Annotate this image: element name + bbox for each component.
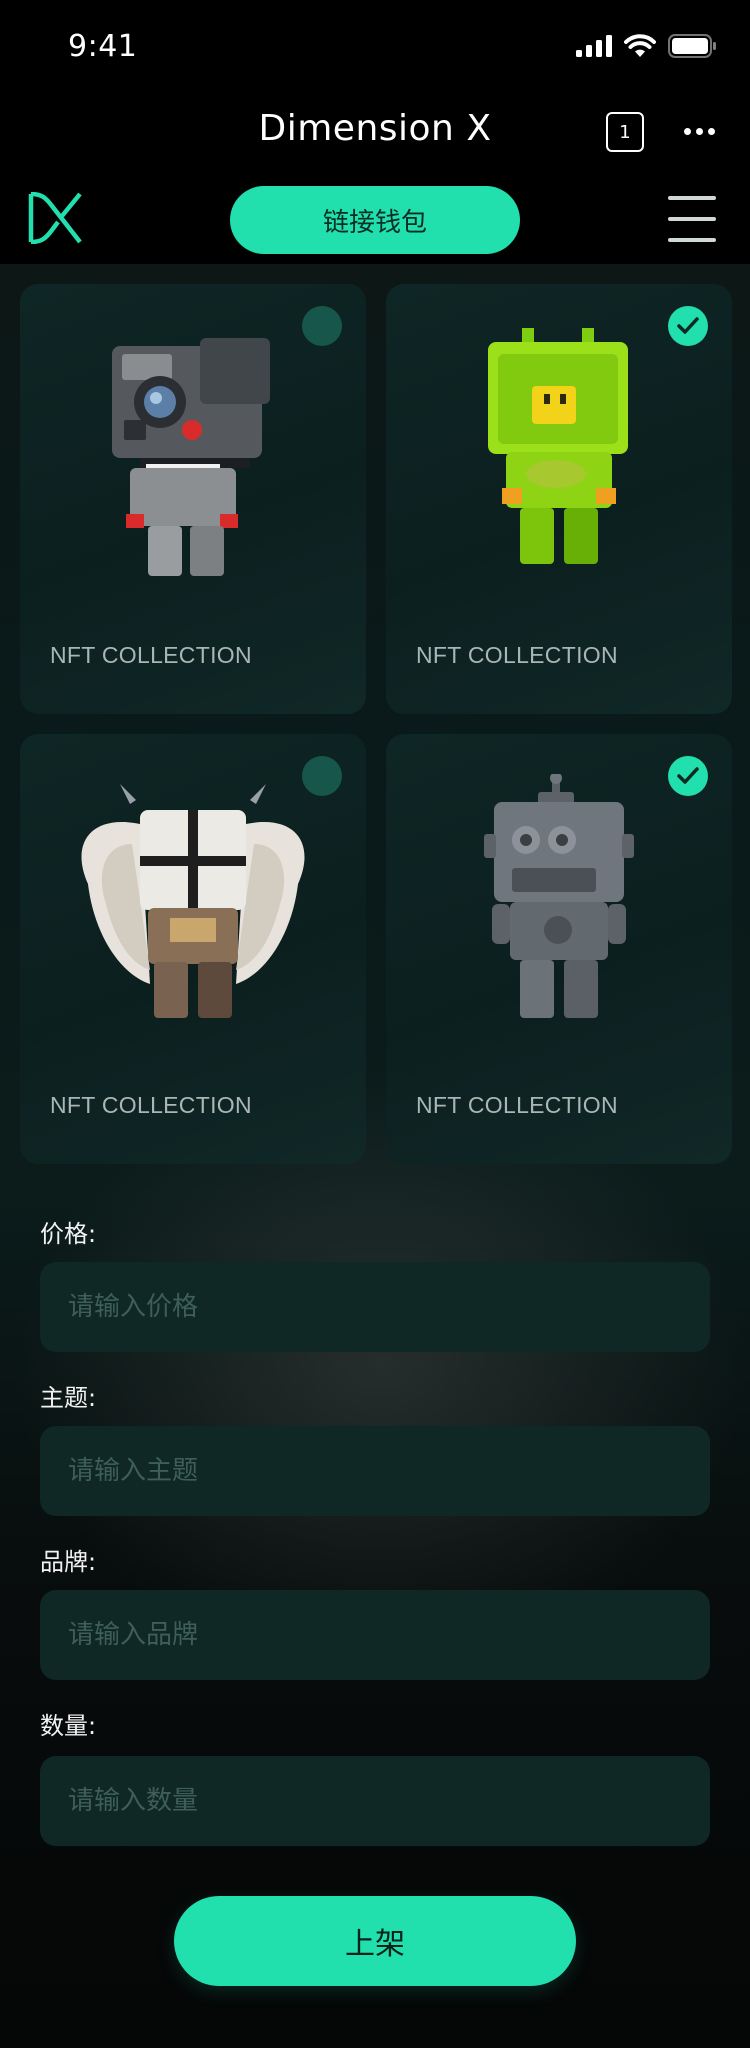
nft-card[interactable]: NFT COLLECTION — [20, 284, 366, 714]
battery-icon — [668, 34, 716, 58]
cellular-signal-icon — [576, 35, 612, 57]
more-options-icon[interactable] — [684, 128, 715, 135]
card-label: NFT COLLECTION — [416, 642, 618, 668]
status-icons — [576, 34, 716, 58]
metal-robot-image — [484, 774, 634, 1018]
hamburger-menu-icon[interactable] — [668, 196, 716, 242]
card-label: NFT COLLECTION — [50, 1092, 252, 1118]
price-input[interactable] — [40, 1262, 710, 1352]
card-label: NFT COLLECTION — [416, 1092, 618, 1118]
status-bar: 9:41 — [0, 0, 750, 92]
wifi-icon — [624, 34, 656, 57]
camera-robot-image — [112, 338, 270, 576]
main-content: NFT COLLECTION NFT COLLECTION NFT COLLEC… — [0, 264, 750, 2048]
nft-card[interactable]: NFT COLLECTION — [386, 284, 732, 714]
price-label: 价格: — [40, 1220, 97, 1248]
dimension-x-logo-icon — [28, 192, 82, 244]
brand-label: 品牌: — [40, 1548, 97, 1576]
quantity-input[interactable] — [40, 1756, 710, 1846]
header-row: 链接钱包 — [0, 172, 750, 264]
brand-input[interactable] — [40, 1590, 710, 1680]
card-label: NFT COLLECTION — [50, 642, 252, 668]
connect-wallet-button[interactable]: 链接钱包 — [230, 186, 520, 254]
theme-input[interactable] — [40, 1426, 710, 1516]
theme-label: 主题: — [40, 1384, 97, 1412]
nav-bar: Dimension X 1 — [0, 92, 750, 172]
tab-count-button[interactable]: 1 — [606, 112, 644, 152]
green-cube-robot-image — [488, 328, 628, 564]
winged-robot-image — [81, 784, 305, 1018]
status-time: 9:41 — [68, 28, 138, 64]
nft-card[interactable]: NFT COLLECTION — [386, 734, 732, 1164]
quantity-label: 数量: — [40, 1712, 97, 1740]
nft-card[interactable]: NFT COLLECTION — [20, 734, 366, 1164]
list-for-sale-button[interactable]: 上架 — [174, 1896, 576, 1986]
